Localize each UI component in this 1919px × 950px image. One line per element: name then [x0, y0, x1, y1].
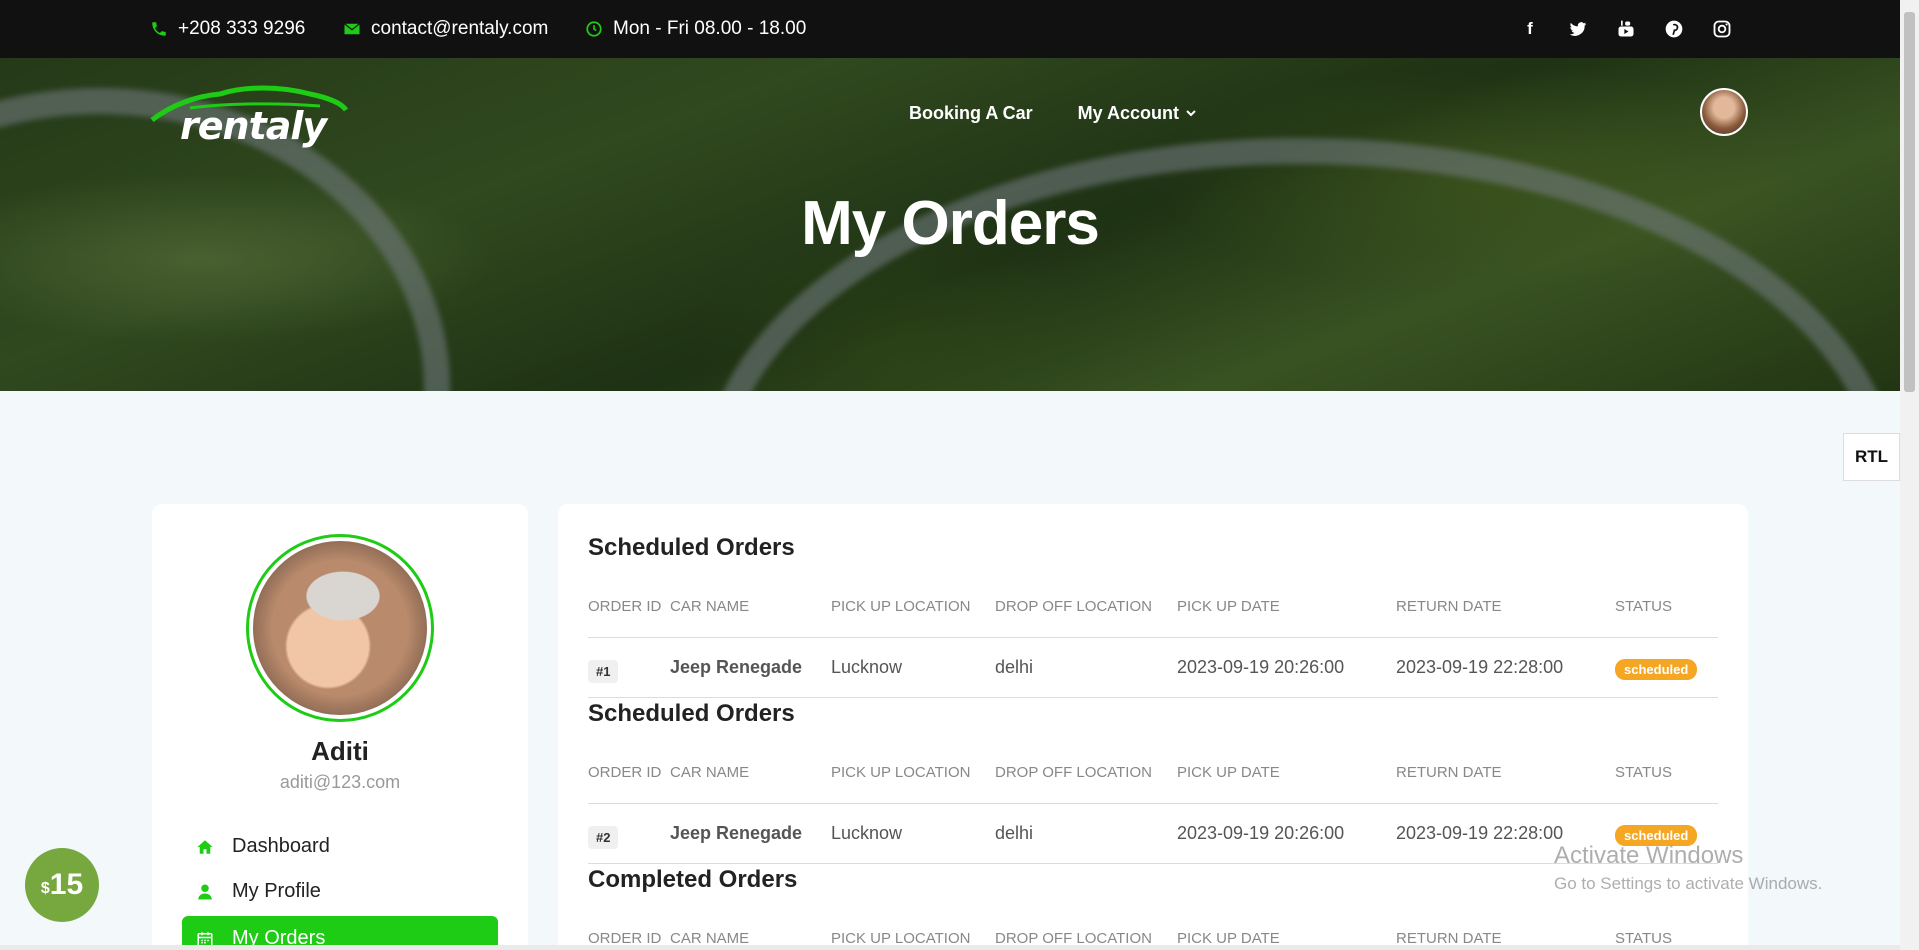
twitter-icon[interactable]: [1568, 19, 1588, 39]
vertical-scrollbar[interactable]: [1900, 0, 1919, 950]
phone-icon: [152, 22, 166, 36]
user-icon: [198, 884, 212, 899]
orders-section: Scheduled Orders ORDER ID CAR NAME PICK …: [588, 700, 1718, 864]
main-nav: Booking A Car My Account: [909, 58, 1197, 168]
page-title: My Orders: [801, 189, 1100, 258]
car-name: Jeep Renegade: [670, 823, 803, 843]
col-return-date: RETURN DATE: [1396, 598, 1502, 615]
page-bottom-edge: [0, 945, 1900, 950]
table-header: ORDER ID CAR NAME PICK UP LOCATION DROP …: [588, 740, 1718, 804]
return-date: 2023-09-19 22:28:00: [1396, 823, 1564, 843]
status-badge: scheduled: [1615, 659, 1698, 680]
col-pickup-date: PICK UP DATE: [1177, 764, 1280, 781]
dropoff-location: delhi: [995, 657, 1034, 677]
price-currency: $: [40, 880, 50, 897]
profile-avatar: [246, 534, 434, 722]
clock-icon: [586, 21, 602, 37]
instagram-icon[interactable]: [1712, 19, 1732, 39]
col-pickup-location: PICK UP LOCATION: [831, 764, 971, 781]
col-car-name: CAR NAME: [670, 598, 750, 615]
top-bar: +208 333 9296 contact@rentaly.com Mon - …: [0, 0, 1900, 58]
watermark-subtitle: Go to Settings to activate Windows.: [1554, 874, 1823, 893]
profile-sidebar: Aditi aditi@123.com Dashboard My Profile…: [152, 504, 528, 950]
sidebar-menu: Dashboard My Profile My Orders: [182, 824, 498, 950]
rtl-toggle-button[interactable]: RTL: [1843, 433, 1900, 481]
facebook-icon[interactable]: f: [1520, 19, 1540, 39]
business-hours: Mon - Fri 08.00 - 18.00: [585, 0, 806, 58]
table-header: ORDER ID CAR NAME PICK UP LOCATION DROP …: [588, 906, 1718, 950]
col-dropoff-location: DROP OFF LOCATION: [995, 598, 1152, 615]
section-title: Completed Orders: [588, 866, 798, 893]
brand-name: rentaly: [180, 104, 327, 148]
envelope-icon: [344, 23, 360, 35]
sidebar-item-label: Dashboard: [232, 835, 330, 857]
dropoff-location: delhi: [995, 823, 1034, 843]
section-title: Scheduled Orders: [588, 700, 795, 727]
order-id: #2: [588, 826, 619, 849]
orders-section: Completed Orders ORDER ID CAR NAME PICK …: [588, 866, 1718, 950]
hero-banner: rentaly Booking A Car My Account My Orde…: [0, 58, 1900, 391]
nav-account-label: My Account: [1077, 102, 1180, 123]
user-email: aditi@123.com: [279, 772, 401, 792]
contact-phone[interactable]: +208 333 9296: [150, 0, 305, 58]
return-date: 2023-09-19 22:28:00: [1396, 657, 1564, 677]
col-status: STATUS: [1615, 598, 1672, 615]
col-return-date: RETURN DATE: [1396, 764, 1502, 781]
pickup-location: Lucknow: [831, 823, 903, 843]
user-name: Aditi: [311, 736, 369, 766]
price-badge[interactable]: $ 15: [25, 848, 99, 922]
col-car-name: CAR NAME: [670, 764, 750, 781]
price-amount: 15: [49, 868, 84, 901]
col-order-id: ORDER ID: [588, 764, 662, 781]
youtube-icon[interactable]: [1616, 19, 1636, 39]
orders-section: Scheduled Orders ORDER ID CAR NAME PICK …: [588, 534, 1718, 698]
watermark-title: Activate Windows: [1554, 842, 1744, 869]
rentaly-logo[interactable]: rentaly: [150, 78, 350, 148]
sidebar-item-profile[interactable]: My Profile: [182, 869, 498, 914]
table-row[interactable]: #2 Jeep Renegade Lucknow delhi 2023-09-1…: [588, 804, 1718, 864]
activate-windows-watermark: Activate Windows Go to Settings to activ…: [1554, 842, 1822, 894]
section-title: Scheduled Orders: [588, 534, 795, 561]
nav-booking-link[interactable]: Booking A Car: [909, 103, 1033, 124]
pickup-location: Lucknow: [831, 657, 903, 677]
contact-email[interactable]: contact@rentaly.com: [343, 0, 548, 58]
table-row[interactable]: #1 Jeep Renegade Lucknow delhi 2023-09-1…: [588, 638, 1718, 698]
col-order-id: ORDER ID: [588, 598, 662, 615]
nav-account-dropdown[interactable]: My Account: [1078, 103, 1197, 124]
col-pickup-date: PICK UP DATE: [1177, 598, 1280, 615]
phone-text: +208 333 9296: [178, 18, 306, 39]
sidebar-item-label: My Profile: [232, 880, 321, 902]
email-text: contact@rentaly.com: [371, 18, 549, 39]
hours-text: Mon - Fri 08.00 - 18.00: [613, 18, 807, 39]
order-id: #1: [588, 660, 619, 683]
chevron-down-icon: [1186, 110, 1196, 117]
col-pickup-location: PICK UP LOCATION: [831, 598, 971, 615]
col-dropoff-location: DROP OFF LOCATION: [995, 764, 1152, 781]
car-name: Jeep Renegade: [670, 657, 803, 677]
pickup-date: 2023-09-19 20:26:00: [1177, 823, 1345, 843]
social-links: f: [1520, 0, 1732, 58]
col-status: STATUS: [1615, 764, 1672, 781]
sidebar-item-dashboard[interactable]: Dashboard: [182, 824, 498, 869]
pickup-date: 2023-09-19 20:26:00: [1177, 657, 1345, 677]
scrollbar-thumb[interactable]: [1904, 12, 1915, 392]
pinterest-icon[interactable]: [1664, 19, 1684, 39]
home-icon: [197, 839, 213, 854]
user-avatar[interactable]: [1700, 88, 1748, 136]
table-header: ORDER ID CAR NAME PICK UP LOCATION DROP …: [588, 574, 1718, 638]
